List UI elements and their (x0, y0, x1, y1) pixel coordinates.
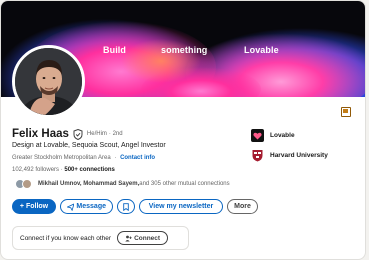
connections-count[interactable]: 500+ connections (64, 167, 115, 173)
connect-button[interactable]: Connect (117, 231, 169, 245)
bookmark-icon (123, 202, 129, 211)
profile-card: Build something Lovable Felix Haas He/Hi… (0, 0, 366, 260)
company-item-lovable[interactable]: Lovable (251, 129, 295, 142)
mutual-connections-row[interactable]: Mikhail Umnov, Mohammad Sayem, and 305 o… (15, 179, 230, 189)
connect-suggestion-box: Connect if you know each other Connect (12, 226, 189, 250)
profile-headline: Design at Lovable, Sequoia Scout, Angel … (12, 142, 166, 149)
send-icon (67, 202, 75, 211)
view-newsletter-button[interactable]: View my newsletter (139, 199, 223, 214)
location-separator: · (114, 155, 117, 161)
banner-text-something: something (161, 45, 208, 55)
followers-row: 102,492 followers · 500+ connections (12, 167, 115, 173)
message-button[interactable]: Message (60, 199, 113, 214)
lovable-logo-icon (251, 129, 264, 142)
mutual-names: Mikhail Umnov, Mohammad Sayem, (38, 181, 140, 187)
bookmark-button[interactable] (117, 199, 135, 214)
add-person-icon (125, 235, 132, 241)
plus-icon: + (19, 203, 24, 210)
connection-degree: · 2nd (108, 131, 123, 137)
verified-shield-icon[interactable] (73, 128, 83, 140)
message-label: Message (76, 203, 106, 210)
profile-avatar[interactable] (12, 45, 85, 118)
follow-label: Follow (25, 203, 49, 210)
mutual-rest: and 305 other mutual connections (139, 181, 230, 187)
name-row: Felix Haas He/Him · 2nd (12, 128, 123, 140)
followers-count[interactable]: 102,492 followers (12, 167, 59, 173)
harvard-shield-icon (251, 149, 264, 162)
followers-separator: · (60, 167, 63, 173)
location: Greater Stockholm Metropolitan Area (12, 155, 111, 161)
avatar-photo (15, 48, 82, 115)
pronouns: He/Him (86, 131, 107, 137)
follow-button[interactable]: + Follow (12, 199, 56, 214)
banner-text-build: Build (103, 45, 126, 55)
more-button[interactable]: More (227, 199, 258, 214)
mutual-avatars (15, 179, 35, 189)
connect-prompt: Connect if you know each other (20, 234, 112, 242)
mutual-avatar (22, 179, 32, 189)
profile-actions: + Follow Message View my newsletter More (12, 199, 262, 214)
company-name-harvard: Harvard University (270, 152, 328, 159)
company-name-lovable: Lovable (270, 132, 295, 139)
profile-name: Felix Haas (12, 128, 69, 140)
contact-info-link[interactable]: Contact info (120, 155, 155, 161)
connect-label: Connect (134, 234, 161, 242)
location-row: Greater Stockholm Metropolitan Area · Co… (12, 155, 155, 161)
company-item-harvard[interactable]: Harvard University (251, 149, 328, 162)
banner-text-lovable: Lovable (244, 45, 279, 55)
edit-icon[interactable] (341, 107, 351, 117)
